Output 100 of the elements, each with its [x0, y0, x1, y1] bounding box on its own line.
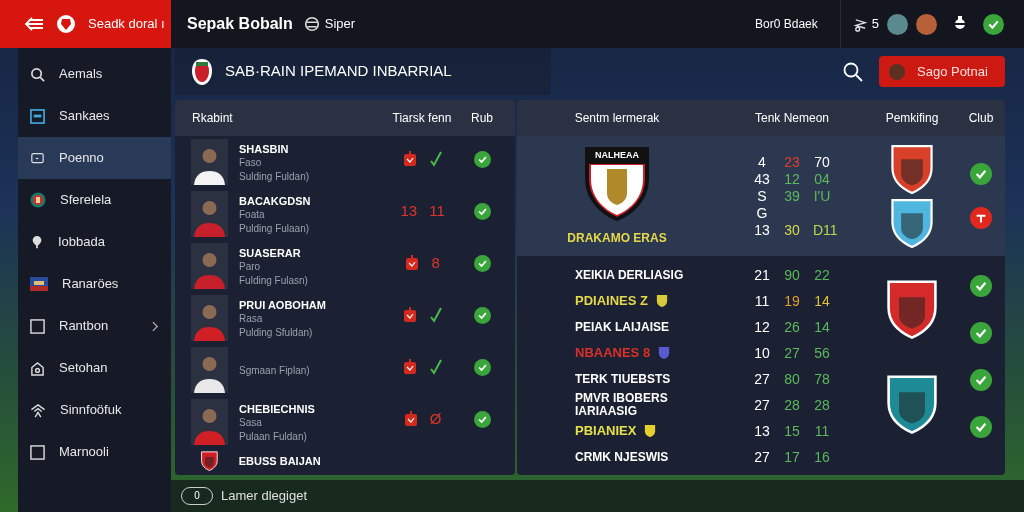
window-icon: [30, 108, 45, 124]
pin-icon: [30, 234, 44, 250]
sidebar-item[interactable]: Sferelela: [18, 179, 171, 221]
stat-value: 39: [783, 187, 801, 205]
team-name: XEIKIA DERLIASIG: [575, 268, 685, 282]
stat-value: 16: [813, 447, 831, 467]
column-header: Pemkifing: [885, 111, 939, 125]
team-name: PDIAINES Z: [575, 292, 648, 311]
crest-text: NALHEAA: [594, 150, 640, 161]
stat-value: 27: [753, 447, 771, 467]
player-position: Rasa: [239, 312, 264, 326]
tick-icon: [428, 307, 443, 323]
player-photo: [191, 191, 228, 237]
stat-value: 56: [813, 343, 831, 363]
column-header: Tiarsk fenn: [391, 110, 453, 127]
stat-value: 11: [753, 291, 771, 311]
player-photo: [191, 295, 228, 341]
player-photo: [191, 399, 228, 445]
stat-value: 28: [783, 395, 801, 415]
page-title: Sepak Bobaln: [187, 14, 293, 34]
sidebar-item[interactable]: Rantbon: [18, 305, 171, 347]
player-club: Pulaan Fuldan): [239, 430, 308, 444]
avatar[interactable]: [887, 13, 908, 35]
crest-icon: [30, 192, 46, 208]
stat-value: 12: [783, 170, 801, 188]
player-club: Fulding Fulasn): [239, 274, 309, 288]
card-icon: [403, 411, 418, 427]
account-name[interactable]: Bor0 Bdaek: [755, 15, 818, 33]
stat-value: 12: [753, 317, 771, 337]
avatar: [889, 63, 905, 80]
column-header: Tenk Nemeon: [754, 111, 829, 125]
notification-count: 5: [871, 15, 879, 34]
stat-value: 70: [813, 153, 831, 171]
panel-title: SAB·RAIN IPEMAND INBARRIAL: [225, 61, 452, 82]
stat-value: 17: [783, 447, 801, 467]
stat-value: 27: [753, 395, 771, 415]
stat-value: 04: [813, 170, 831, 188]
sidebar-item[interactable]: Marnooli: [18, 431, 171, 473]
stat-value: D11: [813, 221, 838, 239]
stat-value: 14: [813, 317, 831, 337]
stat-value: 13: [753, 221, 771, 239]
stat-value: 10: [753, 343, 771, 363]
tick-icon: [428, 359, 443, 375]
stat-value: 27: [753, 369, 771, 389]
sidebar-item[interactable]: Ranaröes: [18, 263, 171, 305]
player-name: BACAKGDSN: [239, 194, 312, 208]
player-stat: 8: [431, 252, 440, 273]
card-icon: [402, 359, 417, 375]
square-icon: [30, 318, 45, 334]
player-name: EBUSS BAIJAN: [238, 454, 322, 468]
ball-icon: [56, 14, 76, 34]
stat-value: 22: [813, 265, 831, 285]
screen-icon: [30, 151, 45, 165]
sidebar-item[interactable]: Poenno: [18, 137, 171, 179]
team-name: CRMK NJESWIS: [575, 450, 670, 464]
player-stat: Ø: [429, 408, 442, 429]
network-icon: [30, 402, 46, 418]
stat-value: 19: [783, 291, 801, 311]
column-header: Rub: [470, 110, 494, 127]
player-position: Sasa: [239, 416, 263, 430]
player-stat: 11: [429, 200, 445, 221]
player-name: PRUI AOBOHAM: [239, 298, 327, 312]
sign-in-button[interactable]: Sago Potnai: [879, 56, 1005, 87]
stat-value: 4: [757, 153, 767, 171]
column-header: Rkabint: [191, 110, 233, 127]
player-name: SUASERAR: [239, 246, 302, 260]
sidebar-item[interactable]: Setohan: [18, 347, 171, 389]
player-position: Foata: [239, 208, 266, 222]
stat-value: 80: [783, 369, 801, 389]
stat-value: 21: [753, 265, 771, 285]
sidebar-item[interactable]: Sankaes: [18, 95, 171, 137]
player-photo: [191, 243, 228, 289]
stat-value: 78: [813, 369, 831, 389]
avatar[interactable]: [916, 13, 937, 35]
team-name: TERK TIUEBSTS: [575, 372, 672, 386]
stat-value: 11: [813, 421, 831, 441]
sidebar-item[interactable]: Sinnfoöfuk: [18, 389, 171, 431]
player-name: CHEBIECHNIS: [239, 402, 316, 416]
banner-icon: [30, 277, 48, 291]
status-text: Lamer dlegiget: [221, 487, 307, 506]
globe-icon[interactable]: [302, 15, 321, 33]
card-icon: [402, 307, 417, 323]
back-icon[interactable]: [24, 16, 44, 32]
column-header: Club: [968, 111, 994, 125]
stat-value: 43: [753, 170, 771, 188]
app-name: Seadk doral ı: [88, 15, 165, 34]
player-photo: [191, 347, 228, 393]
sidebar-item[interactable]: Aemals: [18, 53, 171, 95]
square-icon: [30, 444, 45, 460]
featured-row[interactable]: NALHEAA DRAKAMO ERAS 4 23 70 43 12 04 S 39 I'U G 13 30 D11: [517, 136, 1005, 256]
card-icon: [402, 151, 417, 167]
stat-value: 28: [813, 395, 831, 415]
stat-value: 90: [783, 265, 801, 285]
sidebar-item[interactable]: Iobbada: [18, 221, 171, 263]
stat-value: 15: [783, 421, 801, 441]
search-icon[interactable]: [843, 61, 863, 82]
search-icon: [30, 66, 45, 82]
team-name: PMVR IBOBERS IARIAASIG: [575, 392, 669, 418]
stat-value: 27: [783, 343, 801, 363]
player-position: Faso: [239, 156, 263, 170]
